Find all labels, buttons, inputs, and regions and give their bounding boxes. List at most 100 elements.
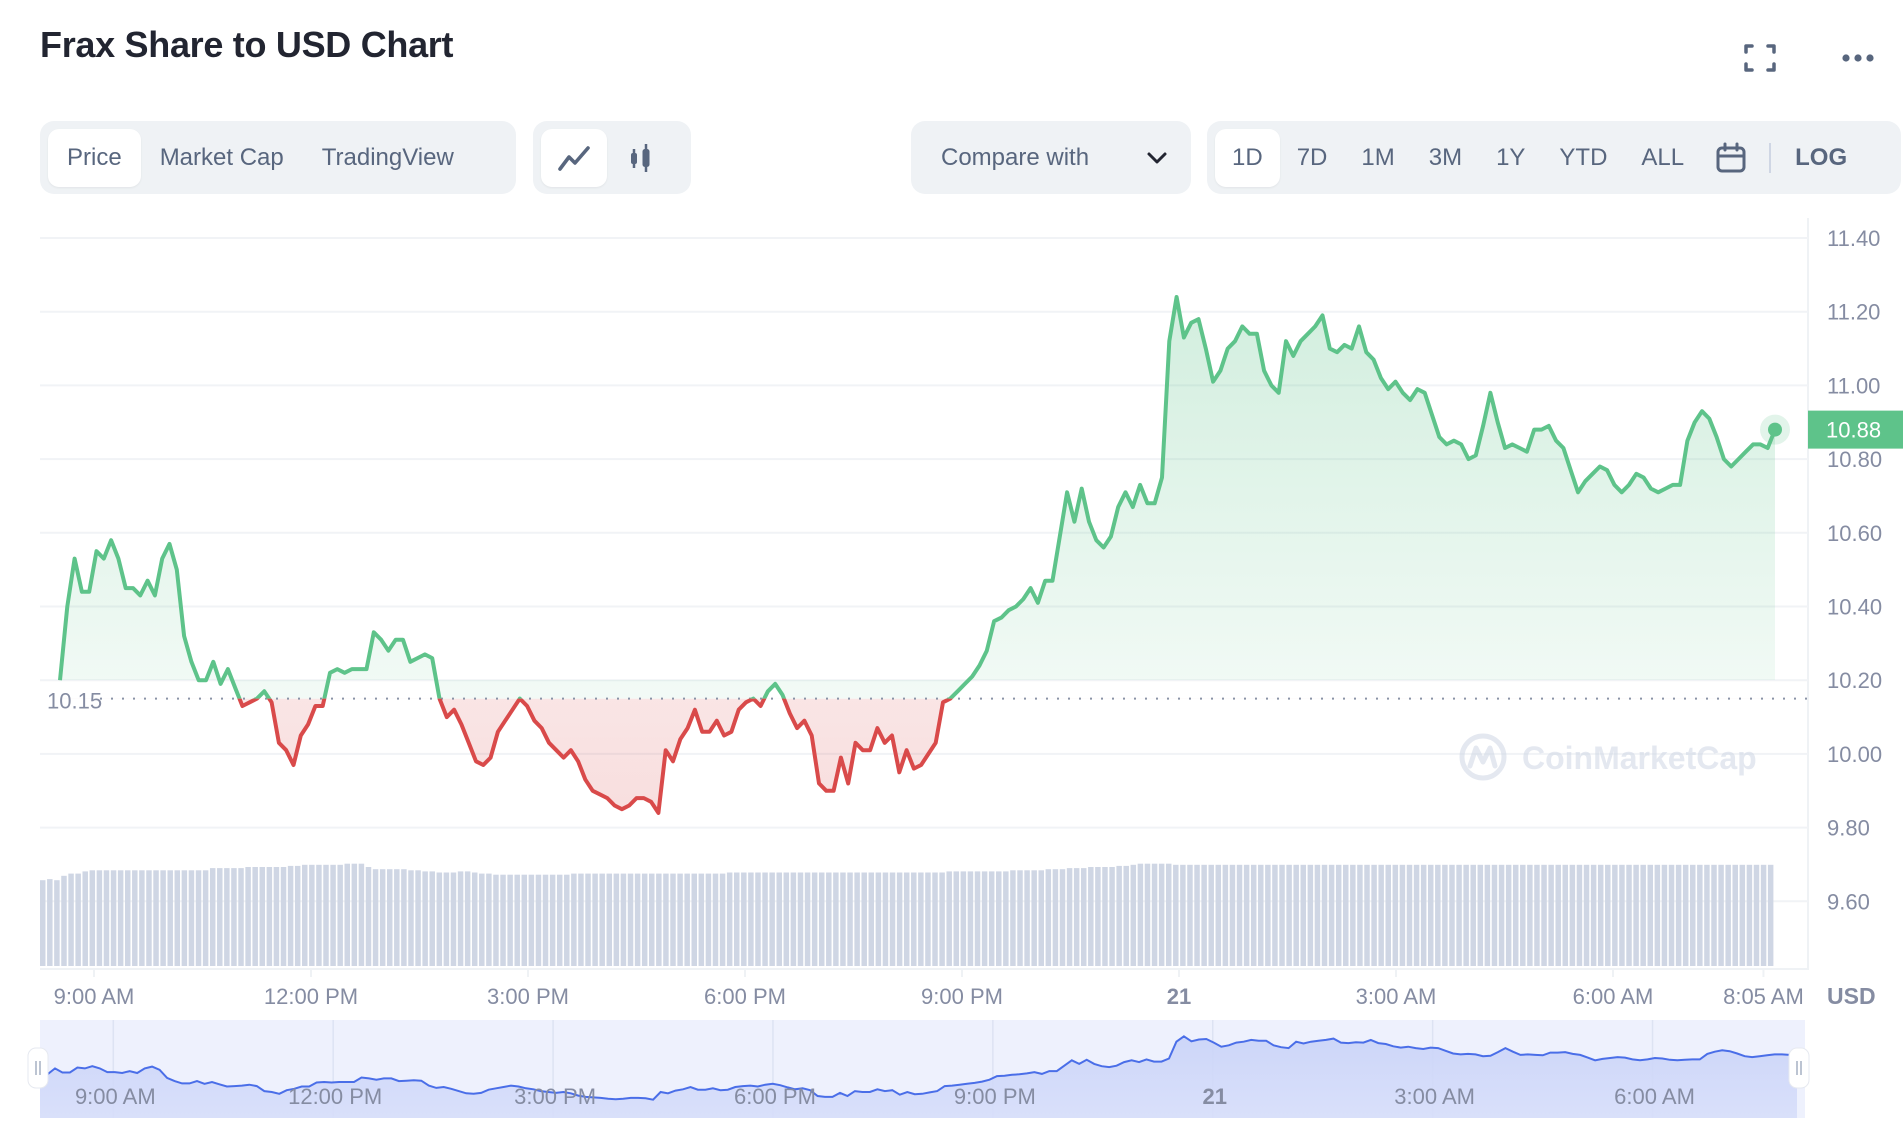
volume-bar xyxy=(1612,864,1618,966)
volume-bar xyxy=(606,873,613,966)
volume-bar xyxy=(656,873,662,966)
volume-bar xyxy=(1081,868,1087,966)
volume-bar xyxy=(1003,871,1009,966)
volume-bar xyxy=(1640,864,1646,966)
volume-bar xyxy=(1569,864,1576,966)
x-tick-label: 9:00 AM xyxy=(54,984,135,1009)
volume-bar xyxy=(160,870,166,966)
volume-bar xyxy=(415,870,421,966)
volume-bar xyxy=(818,872,825,966)
volume-bar xyxy=(323,864,329,966)
x-tick-label: 6:00 PM xyxy=(704,984,786,1009)
volume-bar xyxy=(82,871,88,966)
volume-bar xyxy=(1286,864,1292,966)
volume-bar xyxy=(1428,864,1434,966)
volume-bar xyxy=(868,872,875,966)
price-chart[interactable]: 11.40 11.20 11.00 10.80 10.60 10.40 10.20 10.00… xyxy=(0,0,1903,1124)
volume-bar xyxy=(1668,864,1675,966)
volume-bar xyxy=(1597,864,1604,966)
volume-bar xyxy=(1279,864,1285,966)
volume-bar xyxy=(1364,864,1370,966)
volume-bar xyxy=(1343,864,1349,966)
volume-bar xyxy=(124,870,131,966)
volume-bar xyxy=(1130,864,1137,966)
volume-bar xyxy=(1590,864,1597,966)
volume-bar xyxy=(365,867,372,966)
volume-bars xyxy=(40,863,1774,966)
volume-bar xyxy=(1413,864,1420,966)
volume-bar xyxy=(939,872,945,966)
volume-bar xyxy=(294,865,301,966)
volume-bar xyxy=(896,872,903,966)
volume-bar xyxy=(988,871,995,966)
x-tick-label: 3:00 AM xyxy=(1356,984,1437,1009)
volume-bar xyxy=(755,872,761,966)
volume-bar xyxy=(1626,864,1632,966)
y-tick-label: 10.80 xyxy=(1827,447,1882,472)
volume-bar xyxy=(1378,864,1384,966)
volume-bar xyxy=(946,871,952,966)
volume-bar xyxy=(429,871,435,966)
volume-bar xyxy=(500,874,506,966)
currency-label: USD xyxy=(1827,983,1876,1009)
volume-bar xyxy=(47,879,53,966)
volume-bar xyxy=(1024,870,1030,966)
volume-bar xyxy=(620,873,627,966)
volume-bar xyxy=(167,870,173,966)
volume-bar xyxy=(117,870,124,966)
volume-bar xyxy=(592,873,598,966)
volume-bar xyxy=(139,870,145,966)
navigator-handle-left[interactable] xyxy=(27,1047,49,1089)
volume-bar xyxy=(1732,864,1738,966)
volume-bar xyxy=(684,873,690,966)
volume-bar xyxy=(521,874,528,966)
volume-bar xyxy=(89,870,96,966)
volume-bar xyxy=(1619,864,1625,966)
volume-bar xyxy=(224,868,230,966)
volume-bar xyxy=(479,873,485,966)
volume-bar xyxy=(1633,864,1639,966)
volume-bar xyxy=(471,872,478,966)
volume-bar xyxy=(188,870,195,966)
volume-bar xyxy=(273,867,280,966)
volume-bar xyxy=(698,873,705,966)
current-price-dot xyxy=(1760,414,1790,445)
volume-bar xyxy=(613,873,620,966)
volume-bar xyxy=(209,868,216,966)
volume-bar xyxy=(394,869,400,966)
volume-bar xyxy=(826,872,832,966)
y-tick-label: 9.60 xyxy=(1827,889,1870,914)
volume-bar xyxy=(1484,864,1491,966)
volume-bar xyxy=(54,880,60,966)
volume-bar xyxy=(1052,869,1059,966)
volume-bar xyxy=(1314,864,1321,966)
volume-bar xyxy=(379,869,386,966)
current-price-badge: 10.88 xyxy=(1826,418,1881,443)
y-tick-label: 10.00 xyxy=(1827,742,1882,767)
navigator-handle-right[interactable] xyxy=(1788,1047,1810,1089)
x-axis: 9:00 AM 12:00 PM 3:00 PM 6:00 PM 9:00 PM 21 3:… xyxy=(54,969,1804,1009)
volume-bar xyxy=(1512,864,1519,966)
y-tick-label: 11.40 xyxy=(1827,226,1880,251)
volume-bar xyxy=(769,872,775,966)
volume-bar xyxy=(535,874,542,966)
volume-bar xyxy=(195,870,202,966)
volume-bar xyxy=(202,870,209,966)
x-tick-label: 12:00 PM xyxy=(264,984,358,1009)
navigator-handle-left-bg xyxy=(27,1047,49,1089)
volume-bar xyxy=(996,871,1002,966)
volume-bar xyxy=(1682,864,1689,966)
volume-bar xyxy=(1675,864,1682,966)
volume-bar xyxy=(903,872,910,966)
volume-bar xyxy=(68,873,74,966)
volume-bar xyxy=(1555,864,1561,966)
volume-bar xyxy=(252,867,258,966)
volume-bar xyxy=(486,873,492,966)
volume-bar xyxy=(1272,864,1278,966)
volume-bar xyxy=(1357,864,1363,966)
volume-bar xyxy=(670,873,676,966)
volume-bar xyxy=(932,872,938,966)
volume-bar xyxy=(1109,867,1115,966)
volume-bar xyxy=(564,874,570,966)
volume-bar xyxy=(1038,870,1044,966)
